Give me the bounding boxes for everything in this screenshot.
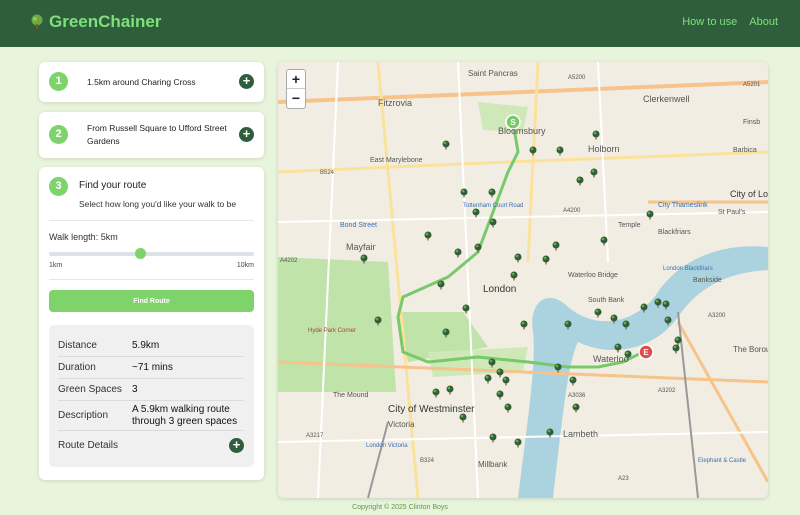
nav-about[interactable]: About — [749, 16, 778, 28]
route-card-2-text: From Russell Square to Ufford Street Gar… — [87, 123, 227, 146]
map-label: Blackfriars — [658, 229, 691, 236]
green-spaces-label: Green Spaces — [58, 384, 122, 395]
map-label: Bankside — [693, 277, 722, 284]
map-label: A4200 — [563, 208, 581, 214]
description-value: A 5.9km walking route through 3 green sp… — [132, 404, 238, 427]
map-label: Temple — [618, 222, 641, 229]
find-route-card: 3 Find your route Select how long you'd … — [39, 167, 264, 480]
distance-value: 5.9km — [132, 340, 160, 351]
map-label: A5200 — [568, 75, 586, 81]
result-row-duration: Duration ~71 mins — [58, 357, 244, 379]
map-label: A23 — [618, 476, 629, 482]
green-spaces-value: 3 — [132, 384, 138, 395]
expand-route-details-button[interactable]: + — [229, 438, 244, 453]
map-label: City Thameslink — [658, 202, 708, 209]
map-label: London — [483, 284, 516, 295]
slider-min-label: 1km — [49, 262, 63, 269]
tree-icon — [31, 14, 43, 29]
footer-copyright: Copyright © 2025 Clinton Boys — [352, 504, 448, 511]
map-label: Tottenham Court Road — [463, 203, 523, 209]
map-label: City of Westminster — [388, 404, 475, 415]
map-label: B324 — [420, 458, 435, 464]
nav-links: How to use About — [682, 16, 778, 28]
route-details-label: Route Details — [58, 440, 119, 451]
map-label: A3200 — [708, 313, 726, 319]
result-row-distance: Distance 5.9km — [58, 335, 244, 357]
walk-length-slider[interactable] — [49, 252, 254, 256]
divider — [49, 279, 254, 280]
expand-route-1-button[interactable]: + — [239, 74, 254, 89]
map-label: Barbica — [733, 147, 757, 154]
map-label: South Bank — [588, 297, 625, 304]
slider-max-label: 10km — [236, 262, 254, 269]
zoom-in-button[interactable]: + — [287, 70, 305, 89]
route-details-row[interactable]: Route Details + — [58, 435, 244, 457]
zoom-out-button[interactable]: − — [287, 89, 305, 108]
map-label: A4202 — [280, 258, 298, 264]
map[interactable]: S E Saint Pancras Fitzrovia Bloomsbury H… — [278, 62, 768, 498]
map-label: London Victoria — [366, 443, 408, 449]
map-zoom-controls: + − — [286, 69, 306, 109]
map-label: London Blackfriars — [663, 266, 713, 272]
map-label: Saint Pancras — [468, 69, 518, 78]
map-label: B524 — [320, 170, 335, 176]
map-label: Victoria — [388, 420, 415, 429]
map-label: A3036 — [568, 393, 586, 399]
top-navbar: GreenChainer How to use About — [0, 0, 800, 47]
map-label: Lambeth — [563, 429, 598, 439]
map-label: Mayfair — [346, 242, 376, 252]
map-label: Finsb — [743, 119, 760, 126]
map-label: Fitzrovia — [378, 98, 412, 108]
result-row-green-spaces: Green Spaces 3 — [58, 379, 244, 401]
step-number-2: 2 — [49, 125, 68, 144]
route-card-1-text: 1.5km around Charing Cross — [87, 77, 196, 87]
map-label: The Borough — [733, 345, 768, 354]
distance-label: Distance — [58, 340, 97, 351]
map-label: Hyde Park Corner — [308, 328, 356, 334]
brand[interactable]: GreenChainer — [30, 12, 161, 32]
map-label: Bloomsbury — [498, 126, 546, 136]
end-marker-label: E — [643, 348, 649, 357]
route-card-1[interactable]: 1 1.5km around Charing Cross + — [39, 62, 264, 102]
find-route-subtitle: Select how long you'd like your walk to … — [79, 199, 237, 209]
map-label: East Marylebone — [370, 157, 423, 164]
find-route-title: Find your route — [79, 180, 147, 191]
map-label: A5201 — [743, 82, 761, 88]
map-label: Waterloo — [593, 354, 629, 364]
map-label: Elephant & Castle — [698, 458, 747, 464]
duration-value: ~71 mins — [132, 362, 173, 373]
map-label: St Paul's — [718, 209, 746, 216]
route-card-2[interactable]: 2 From Russell Square to Ufford Street G… — [39, 112, 264, 158]
map-label: A3217 — [306, 433, 324, 439]
end-marker[interactable]: E — [638, 344, 654, 360]
duration-label: Duration — [58, 362, 96, 373]
result-row-description: Description A 5.9km walking route throug… — [58, 401, 244, 431]
map-label: The Mound — [333, 392, 369, 399]
map-label: City of Lo — [730, 189, 768, 199]
map-label: Bond Street — [340, 222, 377, 229]
map-canvas[interactable]: S E Saint Pancras Fitzrovia Bloomsbury H… — [278, 62, 768, 498]
map-label: Waterloo Bridge — [568, 272, 618, 279]
nav-how-to-use[interactable]: How to use — [682, 16, 737, 28]
map-label: Clerkenwell — [643, 94, 690, 104]
divider — [49, 220, 254, 221]
slider-thumb[interactable] — [135, 248, 147, 259]
brand-name: GreenChainer — [49, 12, 162, 31]
description-label: Description — [58, 410, 109, 421]
walk-length-label: Walk length: 5km — [49, 232, 118, 242]
find-route-button[interactable]: Find Route — [49, 290, 254, 312]
route-results: Distance 5.9km Duration ~71 mins Green S… — [49, 325, 254, 467]
map-label: A3202 — [658, 388, 676, 394]
expand-route-2-button[interactable]: + — [239, 127, 254, 142]
step-number-1: 1 — [49, 72, 68, 91]
map-label: Millbank — [478, 460, 508, 469]
step-number-3: 3 — [49, 177, 68, 196]
map-label: Holborn — [588, 144, 620, 154]
